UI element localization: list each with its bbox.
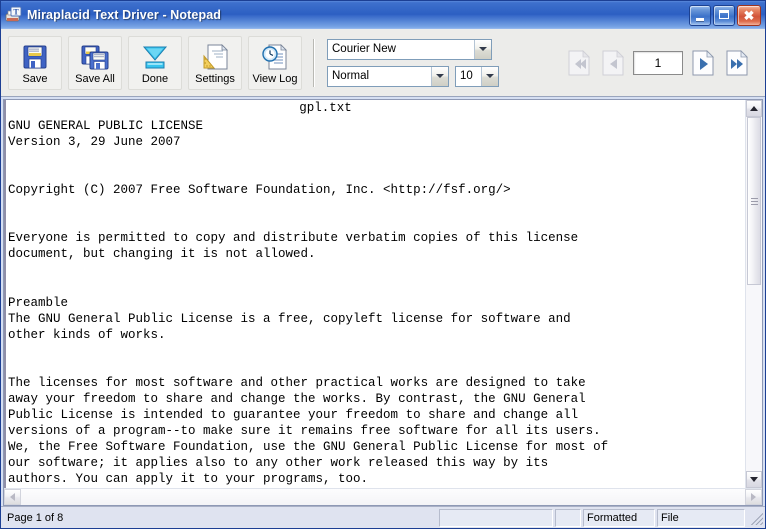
minimize-icon xyxy=(696,17,704,21)
blue-arrow-down-icon xyxy=(140,42,170,72)
save-all-button-label: Save All xyxy=(75,72,115,85)
minimize-button[interactable] xyxy=(689,4,711,26)
previous-page-button[interactable] xyxy=(599,48,627,78)
text-driver-printer-icon: T xyxy=(5,6,23,24)
view-log-button[interactable]: View Log xyxy=(248,35,302,90)
maximize-icon xyxy=(719,9,729,19)
scroll-left-button[interactable] xyxy=(4,489,21,505)
window-title: Miraplacid Text Driver - Notepad xyxy=(27,8,221,22)
font-controls: Courier New Normal 10 xyxy=(327,38,499,87)
close-icon: ✖ xyxy=(743,7,755,23)
floppy-disk-multiple-icon xyxy=(80,42,110,72)
save-button[interactable]: Save xyxy=(8,35,62,90)
resize-grip-icon[interactable] xyxy=(749,510,763,525)
close-button[interactable]: ✖ xyxy=(737,4,761,26)
font-size-select[interactable]: 10 xyxy=(455,65,499,87)
status-source-indicator: File xyxy=(657,508,745,527)
settings-button-label: Settings xyxy=(195,72,235,85)
settings-button[interactable]: Settings xyxy=(188,35,242,90)
status-panel-small xyxy=(555,508,581,527)
document-text: GNU GENERAL PUBLIC LICENSE Version 3, 29… xyxy=(8,119,609,487)
status-bar: Page 1 of 8 Formatted File xyxy=(1,506,765,528)
font-family-value: Courier New xyxy=(332,43,396,55)
document-page[interactable]: gpl.txt GNU GENERAL PUBLIC LICENSE Versi… xyxy=(4,100,745,488)
font-style-select[interactable]: Normal xyxy=(327,65,449,87)
ruler-document-icon xyxy=(200,42,230,72)
scroll-down-button[interactable] xyxy=(746,471,762,488)
view-log-button-label: View Log xyxy=(252,72,298,85)
font-style-size-row: Normal 10 xyxy=(327,65,499,87)
status-format-indicator: Formatted xyxy=(583,508,655,527)
document-frame: gpl.txt GNU GENERAL PUBLIC LICENSE Versi… xyxy=(3,99,763,506)
done-button[interactable]: Done xyxy=(128,35,182,90)
toolbar-command-group: Save Save All Done Settings View Log xyxy=(5,29,305,96)
scroll-right-button[interactable] xyxy=(745,489,762,505)
chevron-down-icon[interactable] xyxy=(481,66,498,86)
toolbar: Save Save All Done Settings View Log Cou… xyxy=(1,29,765,97)
chevron-down-icon[interactable] xyxy=(474,39,491,59)
status-page-indicator: Page 1 of 8 xyxy=(7,511,64,524)
document-body: gpl.txt GNU GENERAL PUBLIC LICENSE Versi… xyxy=(4,100,762,488)
notepad-window: T Miraplacid Text Driver - Notepad ✖ Sav… xyxy=(0,0,766,529)
font-family-select[interactable]: Courier New xyxy=(327,38,492,60)
status-panel-progress xyxy=(439,508,553,527)
toolbar-separator xyxy=(313,38,315,87)
font-style-value: Normal xyxy=(332,70,370,82)
scroll-thumb-grip-icon xyxy=(750,197,758,205)
horizontal-scrollbar[interactable] xyxy=(4,488,762,505)
font-size-value: 10 xyxy=(460,70,473,82)
floppy-disk-icon xyxy=(20,42,50,72)
vertical-scrollbar[interactable] xyxy=(745,100,762,488)
horizontal-scroll-track[interactable] xyxy=(21,489,745,505)
window-controls: ✖ xyxy=(689,4,761,26)
last-page-button[interactable] xyxy=(723,48,751,78)
save-button-label: Save xyxy=(22,72,48,85)
first-page-button[interactable] xyxy=(565,48,593,78)
next-page-button[interactable] xyxy=(689,48,717,78)
document-area: gpl.txt GNU GENERAL PUBLIC LICENSE Versi… xyxy=(1,97,765,506)
svg-text:T: T xyxy=(13,7,19,16)
page-number-input[interactable]: 1 xyxy=(633,50,683,75)
vertical-scroll-thumb[interactable] xyxy=(747,117,761,285)
title-bar: T Miraplacid Text Driver - Notepad ✖ xyxy=(1,1,765,29)
save-all-button[interactable]: Save All xyxy=(68,35,122,90)
chevron-down-icon[interactable] xyxy=(431,66,448,86)
vertical-scroll-track[interactable] xyxy=(746,117,762,471)
document-header: gpl.txt xyxy=(299,101,352,115)
scroll-up-button[interactable] xyxy=(746,100,762,117)
clock-document-icon xyxy=(260,42,290,72)
maximize-button[interactable] xyxy=(713,4,735,26)
done-button-label: Done xyxy=(141,72,169,85)
page-navigation: 1 xyxy=(565,48,761,78)
